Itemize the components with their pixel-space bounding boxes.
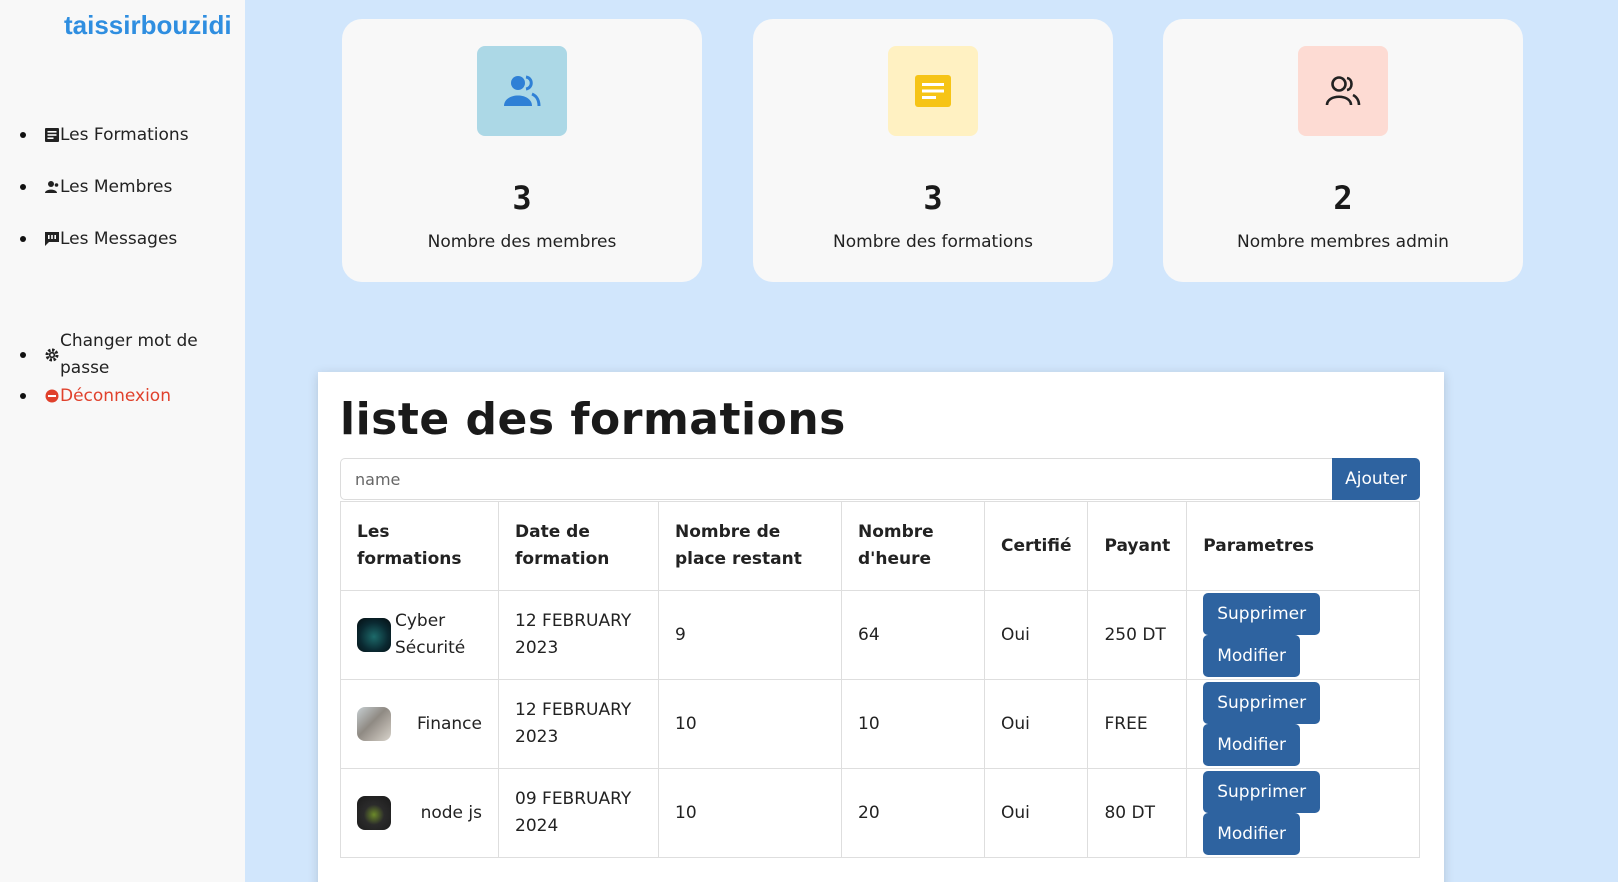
bullet — [20, 352, 26, 358]
hours-cell: 20 — [841, 768, 985, 858]
formation-name: Finance — [416, 713, 482, 734]
actions-cell: Supprimer Modifier — [1186, 590, 1420, 680]
hours-cell: 10 — [841, 679, 985, 769]
date-cell: 12 FEBRUARY 2023 — [498, 679, 659, 769]
column-header: Parametres — [1186, 501, 1420, 591]
column-header: Nombre de place restant — [658, 501, 842, 591]
formation-name: node js — [420, 802, 482, 823]
delete-button[interactable]: Supprimer — [1203, 771, 1321, 813]
date-cell: 09 FEBRUARY 2024 — [498, 768, 659, 858]
note-icon — [888, 46, 978, 136]
brand-title[interactable]: taissirbouzidi — [64, 10, 232, 41]
users-icon — [477, 46, 567, 136]
add-button[interactable]: Ajouter — [1332, 458, 1420, 500]
stat-card-members: 3 Nombre des membres — [342, 19, 702, 282]
column-header: Payant — [1087, 501, 1188, 591]
formation-cell: node js — [340, 768, 499, 858]
delete-button[interactable]: Supprimer — [1203, 682, 1321, 724]
actions-cell: Supprimer Modifier — [1186, 679, 1420, 769]
table-row: node js 09 FEBRUARY 2024 10 20 Oui 80 DT… — [340, 768, 1420, 858]
stat-label: Nombre membres admin — [1237, 232, 1449, 252]
stat-value: 3 — [923, 179, 943, 217]
stat-value: 3 — [512, 179, 532, 217]
column-header: Certifié — [983, 501, 1089, 591]
bullet — [20, 393, 26, 399]
table-row: Finance 12 FEBRUARY 2023 10 10 Oui FREE … — [340, 679, 1420, 769]
sidebar: taissirbouzidi Les Formations Les Membre… — [0, 0, 245, 882]
stat-card-formations: 3 Nombre des formations — [753, 19, 1113, 282]
sidebar-item-label: Les Membres — [60, 177, 173, 197]
stat-label: Nombre des membres — [427, 232, 617, 252]
certified-cell: Oui — [983, 590, 1089, 680]
search-input[interactable] — [340, 458, 1334, 500]
admins-icon — [1298, 46, 1388, 136]
date-cell: 12 FEBRUARY 2023 — [498, 590, 659, 680]
places-cell: 9 — [658, 590, 842, 680]
stat-value: 2 — [1333, 179, 1353, 217]
bullet — [20, 236, 26, 242]
formation-name: Cyber Sécurité — [395, 611, 466, 658]
price-cell: FREE — [1087, 679, 1188, 769]
certified-cell: Oui — [983, 768, 1089, 858]
sidebar-item-label: Les Formations — [60, 125, 189, 145]
bullet — [20, 184, 26, 190]
edit-button[interactable]: Modifier — [1203, 635, 1300, 677]
logout-icon — [44, 388, 60, 404]
article-icon — [44, 127, 60, 143]
edit-button[interactable]: Modifier — [1203, 724, 1300, 766]
person-icon — [44, 179, 60, 195]
price-cell: 250 DT — [1087, 590, 1188, 680]
stat-card-admins: 2 Nombre membres admin — [1163, 19, 1523, 282]
sidebar-item-label: Changer mot de passe — [60, 331, 198, 378]
formation-thumbnail — [357, 796, 391, 830]
hours-cell: 64 — [841, 590, 985, 680]
formations-panel: liste des formations Ajouter Les formati… — [318, 372, 1444, 882]
places-cell: 10 — [658, 679, 842, 769]
formation-cell: Cyber Sécurité — [340, 590, 499, 680]
column-header: Les formations — [340, 501, 499, 591]
delete-button[interactable]: Supprimer — [1203, 593, 1321, 635]
places-cell: 10 — [658, 768, 842, 858]
formation-cell: Finance — [340, 679, 499, 769]
gear-icon — [44, 347, 60, 363]
certified-cell: Oui — [983, 679, 1089, 769]
sidebar-item-label: Déconnexion — [60, 386, 171, 406]
bullet — [20, 132, 26, 138]
edit-button[interactable]: Modifier — [1203, 813, 1300, 855]
formation-thumbnail — [357, 707, 391, 741]
sidebar-item-membres[interactable]: Les Membres — [20, 177, 172, 197]
formation-thumbnail — [357, 618, 391, 652]
stat-label: Nombre des formations — [833, 232, 1033, 252]
column-header: Date de formation — [498, 501, 659, 591]
actions-cell: Supprimer Modifier — [1186, 768, 1420, 858]
sidebar-item-messages[interactable]: Les Messages — [20, 229, 177, 249]
table-row: Cyber Sécurité 12 FEBRUARY 2023 9 64 Oui… — [340, 590, 1420, 680]
price-cell: 80 DT — [1087, 768, 1188, 858]
panel-title: liste des formations — [340, 394, 846, 445]
formations-table: Les formations Date de formation Nombre … — [340, 501, 1420, 858]
sidebar-item-password[interactable]: Changer mot de passe — [20, 328, 200, 382]
sidebar-item-logout[interactable]: Déconnexion — [20, 386, 171, 406]
column-header: Nombre d'heure — [841, 501, 985, 591]
table-header-row: Les formations Date de formation Nombre … — [340, 501, 1420, 591]
sidebar-item-label: Les Messages — [60, 229, 178, 249]
sidebar-item-formations[interactable]: Les Formations — [20, 125, 189, 145]
message-icon — [44, 231, 60, 247]
